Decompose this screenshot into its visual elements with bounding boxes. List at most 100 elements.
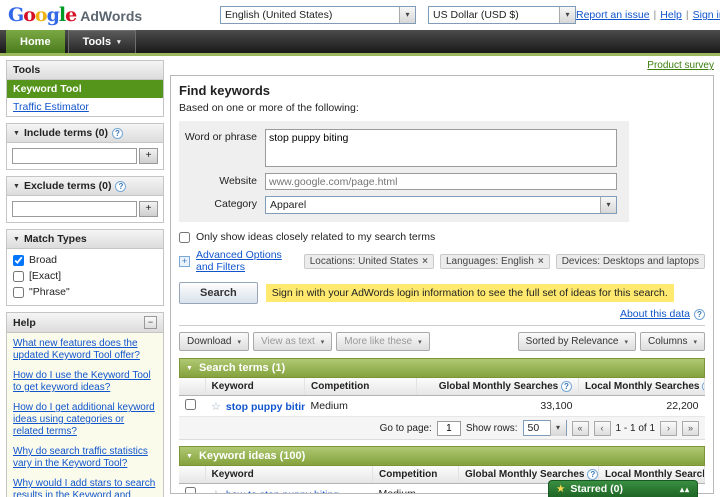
select-all-column bbox=[179, 466, 206, 484]
collapse-help-button[interactable]: − bbox=[144, 316, 157, 329]
starred-panel[interactable]: ★ Starred (0) ▴▴ bbox=[548, 480, 698, 497]
page-number-input[interactable] bbox=[436, 420, 461, 436]
page-title: Find keywords bbox=[179, 83, 271, 98]
search-terms-header-row: Keyword Competition Global Monthly Searc… bbox=[179, 378, 705, 396]
phrase-checkbox[interactable] bbox=[13, 286, 24, 298]
related-filter-row: Only show ideas closely related to my se… bbox=[179, 231, 705, 243]
sign-in-notice: Sign in with your AdWords login informat… bbox=[265, 284, 674, 302]
exact-checkbox[interactable] bbox=[13, 270, 24, 282]
help-link-item[interactable]: How do I get additional keyword ideas us… bbox=[13, 402, 157, 438]
chevron-down-icon[interactable]: ▾ bbox=[549, 420, 566, 436]
rows-per-page-select[interactable]: 50 ▾ bbox=[522, 420, 567, 436]
prev-page-button[interactable]: ‹ bbox=[593, 420, 611, 436]
global-searches-column-header[interactable]: Global Monthly Searches ? bbox=[416, 378, 579, 396]
chevron-down-icon[interactable]: ▾ bbox=[559, 7, 575, 23]
search-terms-section-header[interactable]: ▼ Search terms (1) bbox=[179, 358, 705, 378]
include-terms-input[interactable] bbox=[12, 148, 137, 164]
product-survey-link[interactable]: Product survey bbox=[647, 60, 714, 71]
about-this-data-link[interactable]: About this data bbox=[620, 308, 690, 320]
star-icon[interactable]: ☆ bbox=[211, 489, 221, 494]
advanced-options-link[interactable]: Advanced Options and Filters bbox=[196, 249, 298, 273]
help-icon[interactable]: ? bbox=[694, 308, 705, 320]
help-icon[interactable]: ? bbox=[587, 469, 598, 480]
help-icon[interactable]: ? bbox=[561, 381, 572, 392]
category-select[interactable]: Apparel ▾ bbox=[265, 196, 617, 214]
local-searches-column-header[interactable]: Local Monthly Searches ? bbox=[578, 378, 705, 396]
chevron-down-icon: ▾ bbox=[117, 39, 121, 46]
close-icon[interactable]: × bbox=[422, 256, 428, 267]
closely-related-label: Only show ideas closely related to my se… bbox=[196, 231, 436, 243]
show-rows-label: Show rows: bbox=[465, 422, 518, 434]
keyword-link[interactable]: how to stop puppy biting bbox=[226, 489, 339, 494]
nav-tab-home[interactable]: Home bbox=[6, 30, 65, 53]
advanced-options-row: + Advanced Options and Filters Locations… bbox=[179, 249, 705, 273]
help-link-item[interactable]: What new features does the updated Keywo… bbox=[13, 338, 157, 362]
panel-collapse-icon[interactable]: ▴▴ bbox=[680, 485, 690, 494]
about-data-row: About this data ? bbox=[179, 308, 705, 320]
chevron-down-icon[interactable]: ▾ bbox=[399, 7, 415, 23]
competition-column-header[interactable]: Competition bbox=[372, 466, 459, 484]
keyword-column-header[interactable]: Keyword bbox=[205, 466, 373, 484]
more-like-these-button[interactable]: More like these ▾ bbox=[336, 332, 430, 351]
keyword-link[interactable]: stop puppy biting bbox=[226, 401, 305, 413]
chevron-down-icon[interactable]: ▾ bbox=[600, 197, 616, 213]
select-all-column bbox=[179, 378, 206, 396]
sorted-by-button[interactable]: Sorted by Relevance ▾ bbox=[517, 332, 637, 351]
help-panel: Help − What new features does the update… bbox=[6, 312, 164, 497]
currency-select[interactable]: US Dollar (USD $) ▾ bbox=[428, 6, 576, 24]
help-link-item[interactable]: How do I use the Keyword Tool to get key… bbox=[13, 370, 157, 394]
closely-related-checkbox[interactable] bbox=[179, 231, 190, 243]
columns-button[interactable]: Columns ▾ bbox=[640, 332, 705, 351]
help-link-item[interactable]: Why do search traffic statistics vary in… bbox=[13, 446, 157, 470]
first-page-button[interactable]: « bbox=[571, 420, 589, 436]
exclude-terms-header[interactable]: ▼ Exclude terms (0) ? bbox=[7, 177, 163, 196]
starred-label: Starred (0) bbox=[570, 483, 623, 495]
help-link-item[interactable]: Why would I add stars to search results … bbox=[13, 478, 157, 497]
add-exclude-term-button[interactable]: + bbox=[139, 201, 158, 217]
row-checkbox[interactable] bbox=[185, 399, 196, 410]
sign-in-link[interactable]: Sign in bbox=[693, 9, 720, 21]
website-label: Website bbox=[219, 175, 257, 187]
language-select[interactable]: English (United States) ▾ bbox=[220, 6, 416, 24]
sidebar-item-keyword-tool[interactable]: Keyword Tool bbox=[7, 80, 163, 98]
devices-filter-chip[interactable]: Devices: Desktops and laptops bbox=[555, 253, 705, 269]
report-issue-link[interactable]: Report an issue bbox=[576, 9, 650, 21]
nav-tab-tools[interactable]: Tools ▾ bbox=[67, 30, 136, 53]
star-icon[interactable]: ☆ bbox=[211, 401, 221, 413]
toolbar-right: Sorted by Relevance ▾ Columns ▾ bbox=[517, 332, 705, 351]
languages-filter-chip[interactable]: Languages: English × bbox=[440, 253, 550, 269]
keyword-ideas-section-header[interactable]: ▼ Keyword ideas (100) bbox=[179, 446, 705, 466]
last-page-button[interactable]: » bbox=[682, 420, 699, 436]
help-icon[interactable]: ? bbox=[115, 180, 127, 192]
include-terms-header[interactable]: ▼ Include terms (0) ? bbox=[7, 124, 163, 143]
main-nav: Home Tools ▾ bbox=[0, 30, 720, 56]
adwords-keyword-tool-page: Google AdWords English (United States) ▾… bbox=[0, 0, 720, 497]
search-button[interactable]: Search bbox=[179, 282, 258, 304]
next-page-button[interactable]: › bbox=[660, 420, 677, 436]
row-checkbox[interactable] bbox=[185, 487, 196, 493]
star-filled-icon: ★ bbox=[556, 483, 566, 495]
expand-icon[interactable]: + bbox=[179, 255, 190, 267]
competition-column-header[interactable]: Competition bbox=[304, 378, 417, 396]
category-label: Category bbox=[214, 198, 257, 210]
exclude-terms-controls: + bbox=[7, 196, 163, 222]
download-button[interactable]: Download ▾ bbox=[179, 332, 249, 351]
locations-filter-chip[interactable]: Locations: United States × bbox=[303, 253, 434, 269]
broad-checkbox[interactable] bbox=[13, 254, 24, 266]
view-as-text-button[interactable]: View as text ▾ bbox=[253, 332, 333, 351]
match-types-header[interactable]: ▼ Match Types bbox=[7, 230, 163, 249]
help-link[interactable]: Help bbox=[660, 9, 682, 21]
website-input[interactable] bbox=[265, 173, 617, 190]
include-terms-controls: + bbox=[7, 143, 163, 169]
help-panel-header: Help − bbox=[7, 313, 163, 333]
exclude-terms-input[interactable] bbox=[12, 201, 137, 217]
word-or-phrase-input[interactable]: stop puppy biting bbox=[265, 129, 617, 167]
close-icon[interactable]: × bbox=[538, 256, 544, 267]
include-terms-panel: ▼ Include terms (0) ? + bbox=[6, 123, 164, 170]
content-area: Tools Keyword Tool Traffic Estimator ▼ I… bbox=[0, 56, 720, 497]
competition-cell: Medium bbox=[304, 395, 417, 417]
keyword-column-header[interactable]: Keyword bbox=[205, 378, 305, 396]
help-icon[interactable]: ? bbox=[702, 381, 704, 392]
help-icon[interactable]: ? bbox=[111, 127, 123, 139]
add-include-term-button[interactable]: + bbox=[139, 148, 158, 164]
